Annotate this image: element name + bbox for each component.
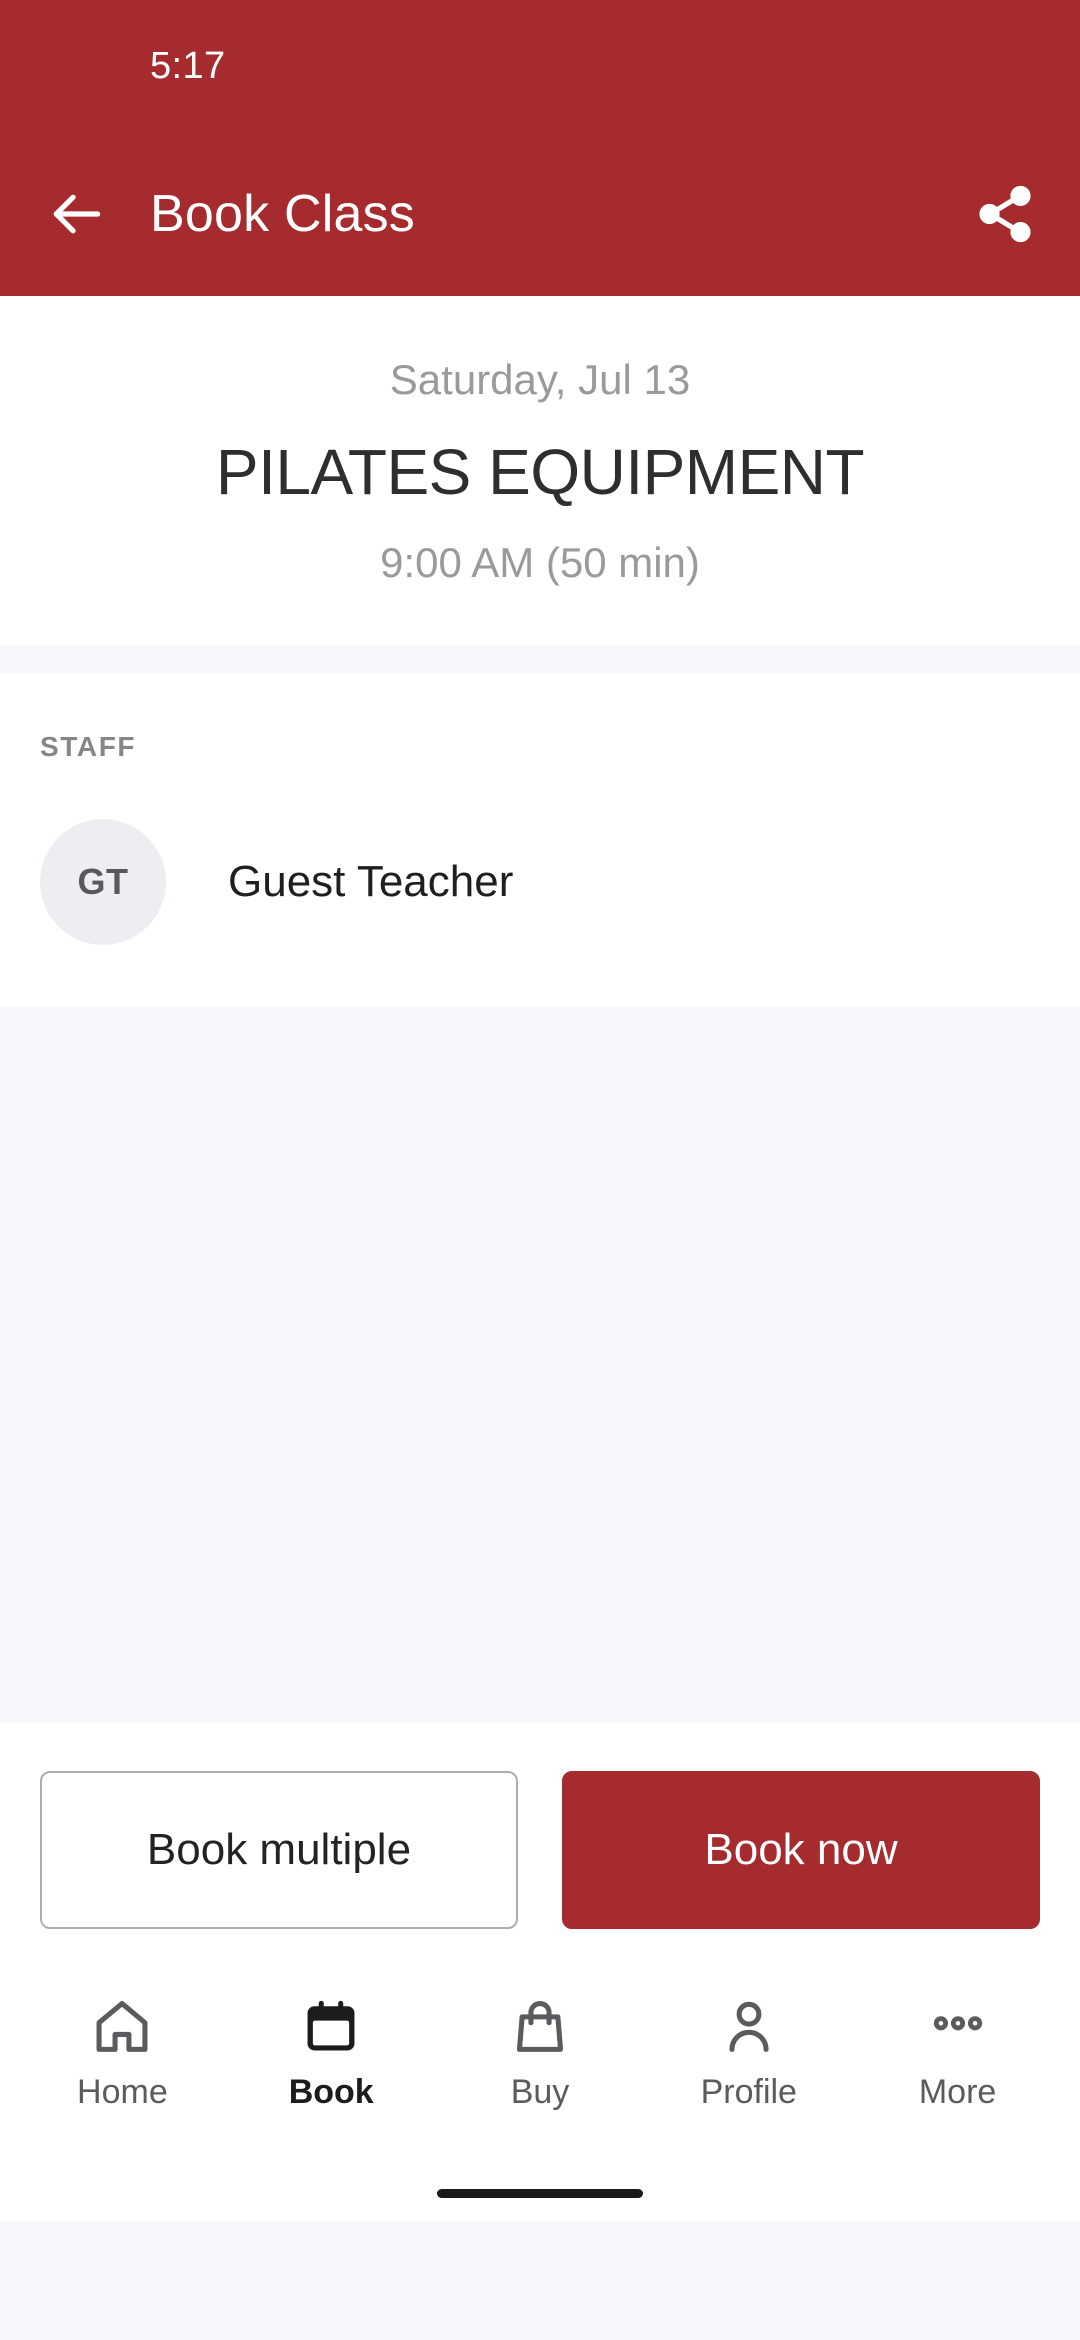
staff-section-label: STAFF bbox=[40, 731, 137, 763]
staff-card: STAFF GT Guest Teacher bbox=[0, 673, 1080, 1008]
staff-list-item[interactable]: GT Guest Teacher bbox=[40, 819, 1040, 946]
avatar-initials: GT bbox=[77, 861, 129, 903]
arrow-left-icon[interactable] bbox=[46, 183, 108, 245]
nav-label-book: Book bbox=[288, 2073, 374, 2112]
home-indicator-area bbox=[0, 2165, 1080, 2222]
section-divider bbox=[0, 645, 1080, 674]
book-now-button[interactable]: Book now bbox=[562, 1771, 1040, 1930]
status-bar-clock: 5:17 bbox=[150, 44, 226, 87]
home-indicator[interactable] bbox=[437, 2188, 643, 2198]
nav-label-profile: Profile bbox=[700, 2073, 797, 2112]
class-summary-card: Saturday, Jul 13 PILATES EQUIPMENT 9:00 … bbox=[0, 296, 1080, 646]
book-multiple-button[interactable]: Book multiple bbox=[40, 1771, 518, 1930]
app-bar-container: 5:17 Book Class bbox=[0, 0, 1080, 296]
avatar: GT bbox=[40, 819, 166, 946]
nav-item-buy[interactable]: Buy bbox=[436, 1991, 645, 2109]
app-bar: Book Class bbox=[0, 132, 1080, 296]
nav-item-home[interactable]: Home bbox=[18, 1991, 227, 2109]
nav-label-more: More bbox=[918, 2073, 997, 2112]
person-icon bbox=[717, 1991, 781, 2063]
nav-item-profile[interactable]: Profile bbox=[644, 1991, 853, 2109]
nav-label-home: Home bbox=[77, 2073, 168, 2112]
calendar-icon bbox=[299, 1991, 363, 2063]
empty-content-area bbox=[0, 1007, 1080, 1724]
shopping-bag-icon bbox=[508, 1991, 572, 2063]
ellipsis-icon bbox=[926, 1991, 990, 2063]
class-time: 9:00 AM (50 min) bbox=[380, 538, 700, 586]
status-bar: 5:17 bbox=[0, 0, 1080, 132]
staff-name: Guest Teacher bbox=[228, 857, 514, 907]
bottom-navigation-bar: Home Book Buy Profile More bbox=[0, 1965, 1080, 2166]
home-icon bbox=[90, 1991, 154, 2063]
page-title: Book Class bbox=[150, 185, 415, 243]
class-name: PILATES EQUIPMENT bbox=[215, 435, 865, 508]
class-date: Saturday, Jul 13 bbox=[389, 356, 691, 403]
app-screen: 5:17 Book Class Saturday, Jul 13 PILATES… bbox=[0, 0, 1080, 2340]
action-bar: Book multiple Book now bbox=[0, 1723, 1080, 1966]
nav-label-buy: Buy bbox=[510, 2073, 570, 2112]
share-icon[interactable] bbox=[974, 183, 1036, 245]
nav-item-more[interactable]: More bbox=[853, 1991, 1062, 2109]
nav-item-book[interactable]: Book bbox=[227, 1991, 436, 2109]
